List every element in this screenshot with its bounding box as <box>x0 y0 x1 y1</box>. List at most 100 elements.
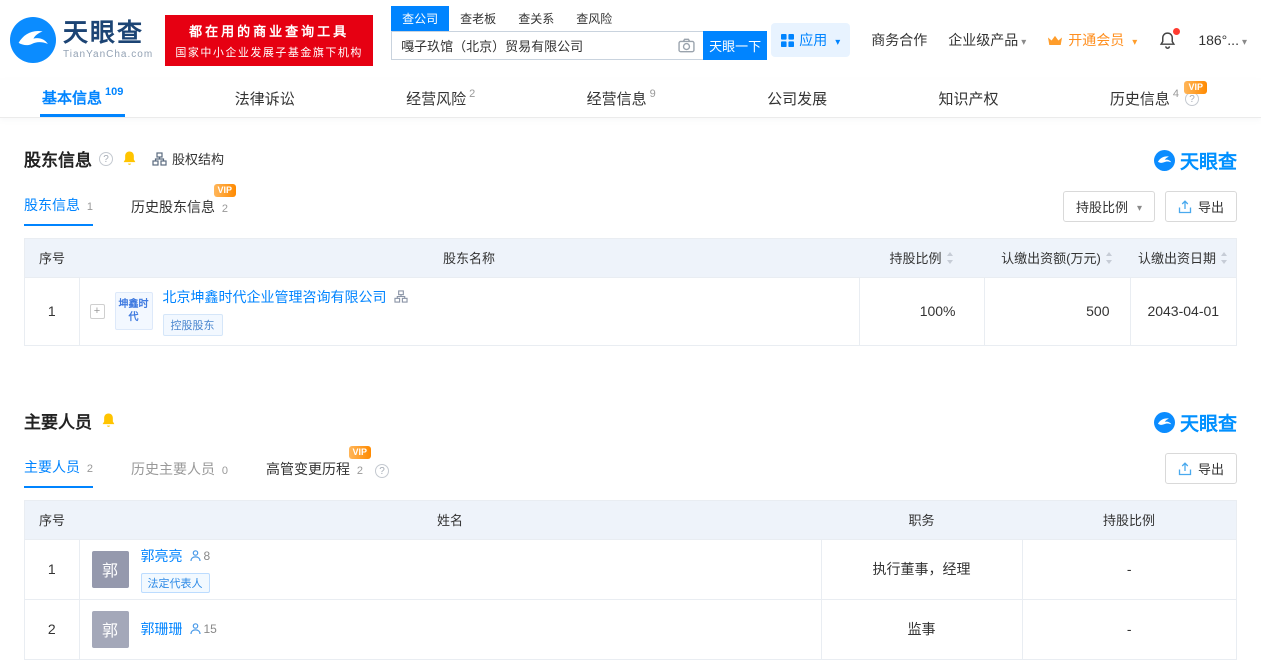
holding-ratio-filter-button[interactable]: 持股比例 <box>1063 191 1155 222</box>
col-header-no: 序号 <box>25 239 79 277</box>
person-avatar[interactable]: 郭 <box>92 551 129 588</box>
tab-label: 公司发展 <box>767 88 827 109</box>
account-phone-label: 186°... <box>1198 32 1239 48</box>
tab-label: 知识产权 <box>938 88 998 109</box>
vip-badge: VIP <box>349 446 372 459</box>
subscribe-bell-icon[interactable] <box>100 412 117 429</box>
subtab-shareholders-current[interactable]: 股东信息 1 <box>24 195 93 226</box>
subtab-personnel-history[interactable]: 历史主要人员 0 <box>131 459 228 488</box>
brand-domain: TianYanCha.com <box>63 49 153 60</box>
shareholders-subtabs: 股东信息 1 VIP 历史股东信息 2 持股比例 导出 <box>24 191 1237 226</box>
personnel-row: 1 郭 郭亮亮 8 <box>25 539 1236 599</box>
personnel-table-header: 序号 姓名 职务 持股比例 <box>25 501 1236 539</box>
person-icon <box>190 550 201 562</box>
tab-intellectual-property[interactable]: 知识产权 <box>936 80 1000 117</box>
equity-structure-link[interactable]: 股权结构 <box>152 149 224 168</box>
nav-enterprise-label: 企业级产品 <box>948 30 1018 50</box>
search-tab-risk[interactable]: 查风险 <box>565 6 623 31</box>
company-logo[interactable]: 坤鑫时代 <box>115 292 153 330</box>
subscribe-bell-icon[interactable] <box>121 150 138 167</box>
nav-business-cooperation[interactable]: 商务合作 <box>871 30 927 50</box>
subtab-count: 2 <box>222 203 228 215</box>
apps-menu-button[interactable]: 应用 <box>771 23 850 57</box>
row-no: 1 <box>25 277 79 345</box>
personnel-section-head: 主要人员 天眼查 <box>24 408 1237 433</box>
search-type-tabs: 查公司 查老板 查关系 查风险 <box>391 6 767 31</box>
help-icon[interactable] <box>375 464 389 478</box>
export-button[interactable]: 导出 <box>1165 191 1237 222</box>
search-button[interactable]: 天眼一下 <box>703 31 767 60</box>
tab-count: 109 <box>105 86 123 98</box>
company-detail-tabbar: 基本信息 109 法律诉讼 经营风险 2 经营信息 9 公司发展 知识产权 VI… <box>0 80 1261 118</box>
nav-account-phone[interactable]: 186°... <box>1198 32 1247 48</box>
subtab-count: 2 <box>357 465 363 477</box>
apps-menu-label: 应用 <box>799 30 827 50</box>
related-count: 15 <box>204 622 217 636</box>
tianyancha-watermark: 天眼查 <box>1154 147 1237 174</box>
banner-line2: 国家中小企业发展子基金旗下机构 <box>169 44 369 60</box>
tab-label: 经营信息 <box>587 88 647 109</box>
col-header-subscribed-date[interactable]: 认缴出资日期 <box>1130 239 1236 277</box>
tianyancha-logo[interactable]: 天眼查 TianYanCha.com <box>10 17 153 63</box>
subtab-count: 1 <box>87 201 93 213</box>
export-button[interactable]: 导出 <box>1165 453 1237 484</box>
col-header-ratio[interactable]: 持股比例 <box>859 239 984 277</box>
subtab-count: 2 <box>87 463 93 475</box>
vip-badge: VIP <box>214 184 237 197</box>
top-nav: 应用 商务合作 企业级产品 开通会员 186°... <box>771 23 1247 57</box>
personnel-row: 2 郭 郭珊珊 15 <box>25 599 1236 659</box>
shareholder-company-link[interactable]: 北京坤鑫时代企业管理咨询有限公司 <box>163 287 387 307</box>
search-tab-boss[interactable]: 查老板 <box>449 6 507 31</box>
col-header-shareholder-name: 股东名称 <box>79 239 859 277</box>
related-companies-badge[interactable]: 8 <box>190 549 211 563</box>
export-icon <box>1178 462 1192 476</box>
tianyancha-watermark: 天眼查 <box>1154 409 1237 436</box>
col-header-name: 姓名 <box>79 501 821 539</box>
position-value: 执行董事，经理 <box>821 539 1022 599</box>
equity-structure-label: 股权结构 <box>172 149 224 168</box>
related-companies-badge[interactable]: 15 <box>190 622 217 636</box>
tab-basic-info[interactable]: 基本信息 109 <box>40 80 125 117</box>
watermark-label: 天眼查 <box>1180 409 1237 436</box>
subtab-personnel-current[interactable]: 主要人员 2 <box>24 457 93 488</box>
subtab-label: 历史主要人员 <box>131 461 215 477</box>
nav-vip-label: 开通会员 <box>1068 30 1124 50</box>
notification-bell-icon[interactable] <box>1158 31 1177 50</box>
tab-operation-risk[interactable]: 经营风险 2 <box>404 80 477 117</box>
tab-label: 法律诉讼 <box>235 88 295 109</box>
equity-structure-mini-icon[interactable] <box>394 290 408 303</box>
tab-company-development[interactable]: 公司发展 <box>765 80 829 117</box>
camera-icon[interactable] <box>678 38 695 53</box>
expand-row-button[interactable] <box>90 304 105 319</box>
tab-operation-info[interactable]: 经营信息 9 <box>585 80 658 117</box>
person-link[interactable]: 郭亮亮 <box>141 546 183 566</box>
banner-line1: 都在用的商业查询工具 <box>169 21 369 40</box>
chevron-down-icon <box>1018 32 1026 48</box>
search-input[interactable] <box>391 31 703 60</box>
holding-shareholder-tag: 控股股东 <box>163 314 223 336</box>
export-icon <box>1178 200 1192 214</box>
person-link[interactable]: 郭珊珊 <box>141 619 183 639</box>
sort-icon <box>1105 252 1113 264</box>
tab-history-info[interactable]: VIP 历史信息 4 <box>1108 80 1215 117</box>
nav-open-vip[interactable]: 开通会员 <box>1047 30 1137 50</box>
nav-enterprise-products[interactable]: 企业级产品 <box>948 30 1026 50</box>
personnel-table: 序号 姓名 职务 持股比例 1 郭 郭亮亮 <box>24 500 1237 660</box>
export-label: 导出 <box>1198 197 1224 216</box>
ratio-value: - <box>1022 539 1236 599</box>
notification-red-dot <box>1173 28 1180 35</box>
help-icon[interactable] <box>99 152 113 166</box>
watermark-label: 天眼查 <box>1180 147 1237 174</box>
search-tab-relation[interactable]: 查关系 <box>507 6 565 31</box>
tab-legal-litigation[interactable]: 法律诉讼 <box>233 80 297 117</box>
col-header-subscribed-capital[interactable]: 认缴出资额(万元) <box>984 239 1130 277</box>
search-tab-company[interactable]: 查公司 <box>391 6 449 31</box>
subscribed-date-value: 2043-04-01 <box>1130 277 1236 345</box>
shareholders-section-head: 股东信息 股权结构 天眼查 <box>24 146 1237 171</box>
shareholders-table-header: 序号 股东名称 持股比例 认缴出资额(万元) 认缴出资日期 <box>25 239 1236 277</box>
subtab-executive-changes[interactable]: VIP 高管变更历程 2 <box>266 459 363 488</box>
person-icon <box>190 623 201 635</box>
subscribed-capital-value: 500 <box>984 277 1130 345</box>
person-avatar[interactable]: 郭 <box>92 611 129 648</box>
subtab-shareholders-history[interactable]: VIP 历史股东信息 2 <box>131 197 228 226</box>
